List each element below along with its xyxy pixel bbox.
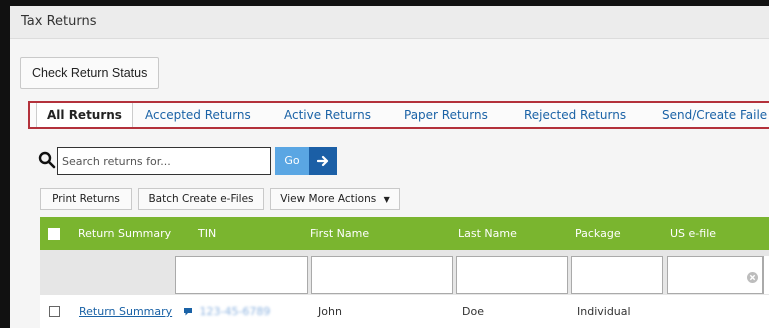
- last-name-filter-input[interactable]: [456, 256, 568, 294]
- check-return-status-button[interactable]: Check Return Status: [20, 57, 160, 89]
- first-name-cell: John: [318, 305, 342, 318]
- returns-table: Return Summary TIN First Name Last Name …: [40, 217, 769, 328]
- tin-cell: 123-45-6789: [183, 295, 270, 328]
- clear-filter-icon[interactable]: [747, 272, 758, 283]
- caret-down-icon: ▼: [383, 195, 390, 204]
- arrow-right-button[interactable]: [309, 147, 337, 175]
- page-title: Tax Returns: [21, 14, 97, 29]
- window-frame-left: [0, 0, 10, 328]
- first-name-filter-input[interactable]: [311, 256, 453, 294]
- column-header-return-summary[interactable]: Return Summary: [78, 217, 171, 250]
- go-button[interactable]: Go: [275, 147, 309, 175]
- tab-all-returns[interactable]: All Returns: [36, 103, 133, 127]
- package-filter-input[interactable]: [571, 256, 663, 294]
- tab-active-returns[interactable]: Active Returns: [284, 103, 371, 127]
- return-summary-link[interactable]: Return Summary: [79, 295, 172, 328]
- view-more-actions-label: View More Actions: [280, 193, 377, 205]
- main-content: Check Return Status All Returns Accepted…: [10, 39, 769, 328]
- view-more-actions-dropdown[interactable]: View More Actions ▼: [270, 188, 400, 210]
- tab-paper-returns[interactable]: Paper Returns: [404, 103, 488, 127]
- column-header-first-name[interactable]: First Name: [310, 217, 369, 250]
- tin-value: 123-45-6789: [199, 305, 271, 318]
- search-icon: [38, 151, 56, 169]
- tab-accepted-returns[interactable]: Accepted Returns: [145, 103, 251, 127]
- batch-create-efiles-button[interactable]: Batch Create e-Files: [138, 188, 264, 210]
- tab-rejected-returns[interactable]: Rejected Returns: [524, 103, 626, 127]
- column-header-package[interactable]: Package: [575, 217, 621, 250]
- row-select-checkbox[interactable]: [49, 306, 60, 317]
- search-input[interactable]: [57, 147, 271, 175]
- print-returns-button[interactable]: Print Returns: [40, 188, 132, 210]
- return-summary-link-text: Return Summary: [79, 305, 173, 318]
- column-header-us-efile[interactable]: US e-file: [670, 217, 716, 250]
- table-header-row: Return Summary TIN First Name Last Name …: [40, 217, 769, 250]
- tin-filter-input[interactable]: [175, 256, 308, 294]
- last-name-cell: Doe: [462, 305, 484, 318]
- return-tabs: All Returns Accepted Returns Active Retu…: [28, 101, 769, 129]
- table-row: Return Summary 123-45-6789 John Doe Indi…: [40, 295, 769, 328]
- package-cell: Individual: [577, 305, 631, 318]
- arrow-right-icon: [316, 155, 329, 167]
- comment-icon[interactable]: [183, 307, 193, 316]
- tab-send-create-failed[interactable]: Send/Create Faile: [662, 103, 767, 127]
- title-bar: Tax Returns: [10, 6, 769, 39]
- select-all-checkbox[interactable]: [48, 228, 60, 240]
- column-header-tin[interactable]: TIN: [198, 217, 216, 250]
- column-header-last-name[interactable]: Last Name: [458, 217, 517, 250]
- filter-dropdown-handle[interactable]: [763, 256, 769, 294]
- table-filter-row: [40, 250, 769, 295]
